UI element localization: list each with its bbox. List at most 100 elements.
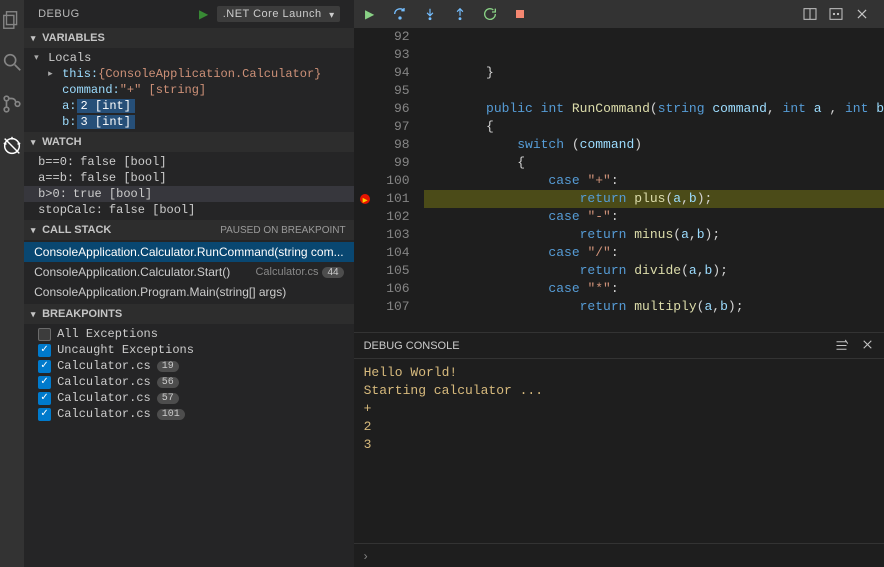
watch-value: false [bool] — [109, 203, 195, 217]
watch-expr: stopCalc: — [38, 203, 103, 217]
sidebar-title: DEBUG ▶ .NET Core Launch — [24, 0, 353, 28]
close-icon[interactable] — [854, 6, 870, 22]
chevron-down-icon: ▾ — [28, 225, 38, 236]
variable-row[interactable]: ▸this: {ConsoleApplication.Calculator} — [24, 66, 353, 82]
clear-console-icon[interactable] — [834, 338, 849, 353]
line-number[interactable]: 106 — [354, 280, 410, 298]
line-number[interactable]: 99 — [354, 154, 410, 172]
variable-name: b: — [62, 115, 76, 129]
code-line[interactable]: { — [424, 118, 884, 136]
checkbox-icon[interactable]: ✓ — [38, 360, 51, 373]
code-line[interactable]: public int RunCommand(string command, in… — [424, 100, 884, 118]
breakpoint-line: 101 — [157, 409, 185, 420]
code-line[interactable]: } — [424, 64, 884, 82]
code-line[interactable]: case "-": — [424, 208, 884, 226]
line-number[interactable]: 104 — [354, 244, 410, 262]
frame-source: Calculator.cs — [255, 266, 318, 278]
line-number[interactable]: 98 — [354, 136, 410, 154]
breakpoint-line: 57 — [157, 393, 179, 404]
watch-row[interactable]: stopCalc: false [bool] — [24, 202, 353, 218]
breakpoint-row[interactable]: All Exceptions — [24, 326, 353, 342]
console-line: + — [364, 401, 874, 419]
line-number[interactable]: 101▸ — [354, 190, 410, 208]
watch-row[interactable]: b==0: false [bool] — [24, 154, 353, 170]
code-lines[interactable]: } public int RunCommand(string command, … — [424, 28, 884, 332]
more-actions-icon[interactable] — [828, 6, 844, 22]
code-line[interactable] — [424, 46, 884, 64]
watch-row[interactable]: b>0: true [bool] — [24, 186, 353, 202]
line-number[interactable]: 95 — [354, 82, 410, 100]
locals-label: Locals — [48, 51, 91, 65]
launch-config-select[interactable]: .NET Core Launch — [217, 6, 340, 22]
code-line[interactable]: switch (command) — [424, 136, 884, 154]
step-over-icon[interactable] — [392, 6, 408, 22]
line-number[interactable]: 105 — [354, 262, 410, 280]
sidebar-title-label: DEBUG — [38, 8, 80, 20]
line-number[interactable]: 97 — [354, 118, 410, 136]
checkbox-icon[interactable] — [38, 328, 51, 341]
breakpoint-row[interactable]: ✓Uncaught Exceptions — [24, 342, 353, 358]
checkbox-icon[interactable]: ✓ — [38, 408, 51, 421]
breakpoint-row[interactable]: ✓Calculator.cs56 — [24, 374, 353, 390]
code-line[interactable]: return minus(a,b); — [424, 226, 884, 244]
watch-value: false [bool] — [80, 171, 166, 185]
variable-row[interactable]: a: 2 [int] — [24, 98, 353, 114]
line-number[interactable]: 103 — [354, 226, 410, 244]
variable-row[interactable]: b: 3 [int] — [24, 114, 353, 130]
code-line[interactable]: { — [424, 154, 884, 172]
stop-icon[interactable] — [512, 6, 528, 22]
line-number[interactable]: 93 — [354, 46, 410, 64]
code-line[interactable]: case "*": — [424, 280, 884, 298]
debug-icon[interactable] — [0, 134, 24, 158]
code-line[interactable] — [424, 28, 884, 46]
line-number[interactable]: 92 — [354, 28, 410, 46]
callstack-header[interactable]: ▾ CALL STACK PAUSED ON BREAKPOINT — [24, 220, 353, 240]
chevron-down-icon: ▾ — [28, 309, 38, 320]
variable-value: 2 [int] — [77, 99, 135, 113]
breakpoint-row[interactable]: ✓Calculator.cs101 — [24, 406, 353, 422]
watch-value: true [bool] — [73, 187, 152, 201]
code-line[interactable]: return divide(a,b); — [424, 262, 884, 280]
callstack-frame[interactable]: ConsoleApplication.Calculator.RunCommand… — [24, 242, 353, 262]
split-editor-icon[interactable] — [802, 6, 818, 22]
breakpoint-label: Calculator.cs — [57, 391, 151, 405]
code-line[interactable]: return plus(a,b); — [424, 190, 884, 208]
code-editor[interactable]: 9293949596979899100101▸10210310410510610… — [354, 28, 884, 332]
gutter[interactable]: 9293949596979899100101▸10210310410510610… — [354, 28, 424, 332]
debug-console-input[interactable]: › — [354, 543, 884, 567]
callstack-frame[interactable]: ConsoleApplication.Program.Main(string[]… — [24, 282, 353, 302]
checkbox-icon[interactable]: ✓ — [38, 376, 51, 389]
line-number[interactable]: 102 — [354, 208, 410, 226]
continue-icon[interactable]: ▶ — [362, 6, 378, 22]
files-icon[interactable] — [0, 8, 24, 32]
checkbox-icon[interactable]: ✓ — [38, 344, 51, 357]
line-number[interactable]: 96 — [354, 100, 410, 118]
locals-row[interactable]: ▾ Locals — [24, 50, 353, 66]
code-line[interactable] — [424, 82, 884, 100]
code-line[interactable]: case "+": — [424, 172, 884, 190]
code-line[interactable]: return multiply(a,b); — [424, 298, 884, 316]
restart-icon[interactable] — [482, 6, 498, 22]
breakpoint-row[interactable]: ✓Calculator.cs19 — [24, 358, 353, 374]
variable-row[interactable]: command: "+" [string] — [24, 82, 353, 98]
breakpoint-dot-icon[interactable]: ▸ — [360, 194, 370, 204]
callstack-frame[interactable]: ConsoleApplication.Calculator.Start()Cal… — [24, 262, 353, 282]
watch-row[interactable]: a==b: false [bool] — [24, 170, 353, 186]
line-number[interactable]: 94 — [354, 64, 410, 82]
source-control-icon[interactable] — [0, 92, 24, 116]
step-into-icon[interactable] — [422, 6, 438, 22]
checkbox-icon[interactable]: ✓ — [38, 392, 51, 405]
search-icon[interactable] — [0, 50, 24, 74]
start-debug-icon[interactable]: ▶ — [199, 7, 209, 21]
variables-header[interactable]: ▾ VARIABLES — [24, 28, 353, 48]
callstack-header-label: CALL STACK — [42, 224, 111, 236]
line-number[interactable]: 107 — [354, 298, 410, 316]
watch-header[interactable]: ▾ WATCH — [24, 132, 353, 152]
step-out-icon[interactable] — [452, 6, 468, 22]
close-panel-icon[interactable] — [861, 338, 874, 353]
code-line[interactable]: case "/": — [424, 244, 884, 262]
breakpoints-header[interactable]: ▾ BREAKPOINTS — [24, 304, 353, 324]
breakpoint-row[interactable]: ✓ Calculator.cs 57 — [24, 390, 353, 406]
debug-sidebar: DEBUG ▶ .NET Core Launch ▾ VARIABLES ▾ L… — [24, 0, 353, 567]
line-number[interactable]: 100 — [354, 172, 410, 190]
